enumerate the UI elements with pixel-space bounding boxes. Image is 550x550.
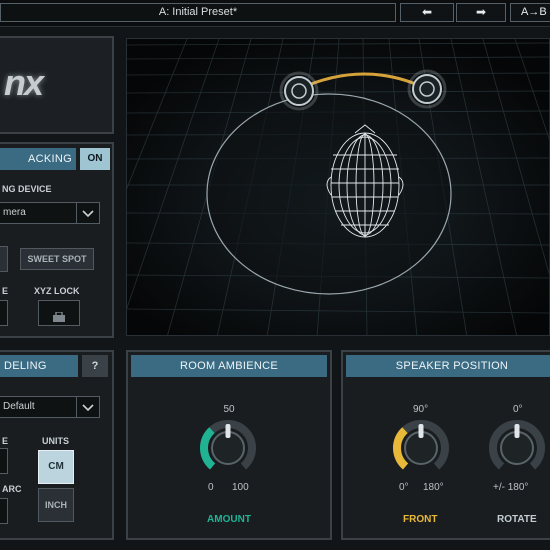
- partial-button-left[interactable]: [0, 246, 8, 272]
- ambience-amount-label: AMOUNT: [207, 514, 251, 525]
- knob-pointer: [514, 424, 520, 438]
- model-preset-dropdown[interactable]: Default: [0, 396, 100, 418]
- preset-name-field[interactable]: A: Initial Preset*: [0, 3, 396, 22]
- head-tracking-title: ACKING: [0, 148, 76, 170]
- partial-label: E: [2, 286, 9, 296]
- partial-field-2[interactable]: [0, 498, 8, 524]
- chevron-down-icon: [76, 203, 99, 223]
- grid-canvas: [127, 39, 549, 335]
- tracking-device-label: NG DEVICE: [2, 184, 52, 194]
- speaker-position-panel: SPEAKER POSITION 90° 0° 180° FRONT 0° +/…: [341, 350, 550, 540]
- speaker-right-icon: [407, 69, 447, 109]
- next-preset-button[interactable]: ➡: [456, 3, 506, 22]
- rotate-range-label: +/- 180°: [493, 482, 529, 493]
- modeling-panel: DELING ? Default E UNITS ARC CM INCH: [0, 350, 114, 540]
- previous-preset-button[interactable]: ⬅: [400, 3, 454, 22]
- a-to-b-button[interactable]: A→B: [510, 3, 550, 22]
- room-ambience-panel: ROOM AMBIENCE 50 0 100 AMOUNT: [126, 350, 332, 540]
- xyz-lock-toggle[interactable]: [38, 300, 80, 326]
- tracking-device-value: mera: [3, 207, 26, 218]
- chevron-down-icon: [76, 397, 99, 417]
- units-label: UNITS: [42, 436, 69, 446]
- lock-icon: [51, 309, 67, 327]
- ambience-amount-knob[interactable]: [198, 418, 258, 478]
- partial-label-1: E: [2, 436, 9, 446]
- help-button[interactable]: ?: [82, 355, 108, 377]
- knob-pointer: [225, 424, 231, 438]
- partial-toggle-left[interactable]: [0, 300, 8, 326]
- sweet-spot-button[interactable]: SWEET SPOT: [20, 248, 94, 270]
- ambience-min-label: 0: [208, 482, 214, 493]
- ambience-top-value: 50: [223, 404, 235, 415]
- front-knob[interactable]: [391, 418, 451, 478]
- listening-floor-ellipse: [206, 93, 452, 295]
- front-max-label: 180°: [423, 482, 444, 493]
- spatial-viewport[interactable]: [126, 38, 550, 336]
- head-tracking-toggle[interactable]: ON: [80, 148, 110, 170]
- knob-pointer: [418, 424, 424, 438]
- top-toolbar: A: Initial Preset* ⬅ ➡ A→B: [0, 0, 550, 27]
- xyz-lock-label: XYZ LOCK: [34, 286, 80, 296]
- rotate-knob[interactable]: [487, 418, 547, 478]
- unit-inch-button[interactable]: INCH: [38, 488, 74, 522]
- logo-panel: nx: [0, 36, 114, 134]
- room-ambience-title: ROOM AMBIENCE: [131, 355, 327, 377]
- rotate-top-value: 0°: [513, 404, 523, 415]
- front-top-value: 90°: [413, 404, 429, 415]
- model-preset-value: Default: [3, 401, 35, 412]
- modeling-title: DELING: [0, 355, 78, 377]
- ambience-max-label: 100: [232, 482, 249, 493]
- front-label: FRONT: [403, 514, 438, 525]
- rotate-label: ROTATE: [497, 514, 537, 525]
- partial-label-2: ARC: [2, 484, 22, 494]
- unit-cm-button[interactable]: CM: [38, 450, 74, 484]
- logo-text: nx: [4, 62, 44, 103]
- tracking-device-dropdown[interactable]: mera: [0, 202, 100, 224]
- head-tracking-panel: ACKING ON NG DEVICE mera SWEET SPOT E XY…: [0, 142, 114, 338]
- speaker-left-icon: [279, 71, 319, 111]
- front-min-label: 0°: [399, 482, 409, 493]
- speaker-position-title: SPEAKER POSITION: [346, 355, 550, 377]
- partial-field-1[interactable]: [0, 448, 8, 474]
